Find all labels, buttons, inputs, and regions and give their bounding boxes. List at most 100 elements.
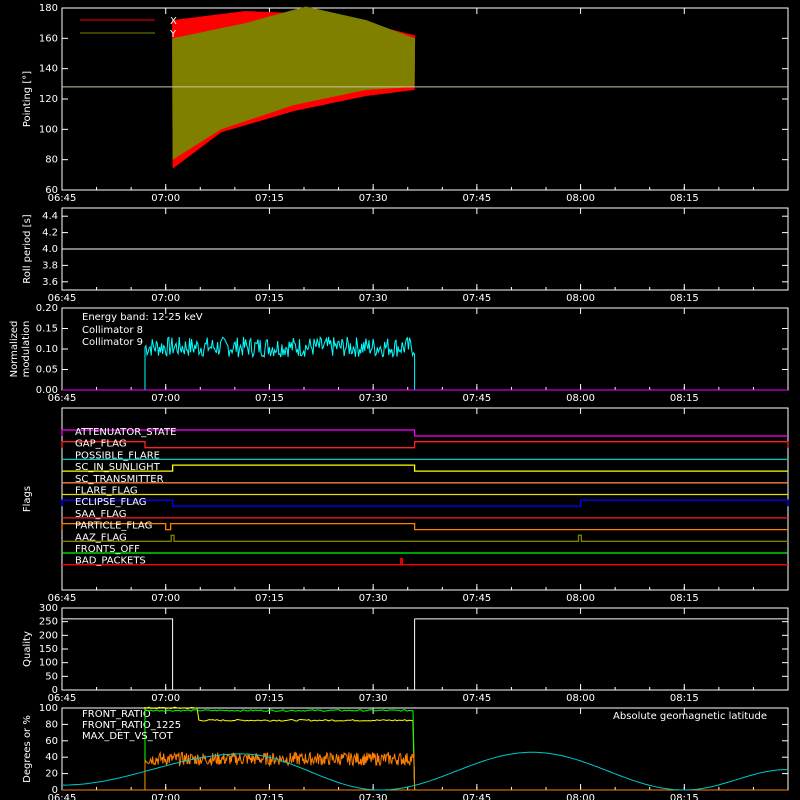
x-tick-label: 08:00 xyxy=(566,293,595,304)
x-tick-label: 07:00 xyxy=(151,693,180,704)
panel-modulation: 06:45 07:00 07:15 07:30 07:45 08:00 08:150.000… xyxy=(9,303,789,404)
chart-svg: 06:45 07:00 07:15 07:30 07:45 08:00 08:1560801… xyxy=(9,3,789,800)
y-tick-label: 3.8 xyxy=(42,260,58,271)
y-tick-label: 250 xyxy=(39,617,58,628)
y-tick-label: 40 xyxy=(45,752,58,763)
y-axis-label: Pointing [°] xyxy=(22,71,33,127)
y-tick-label: 4.0 xyxy=(42,244,58,255)
y-tick-label: 180 xyxy=(39,3,58,14)
y-tick-label: 100 xyxy=(39,703,58,714)
flag-line-bad-packets xyxy=(62,558,788,566)
legend-label-x: X xyxy=(170,16,177,27)
flag-label-possible-flare: POSSIBLE_FLARE xyxy=(75,450,160,461)
flag-label-saa-flag: SAA_FLAG xyxy=(75,509,126,520)
x-tick-label: 08:00 xyxy=(566,693,595,704)
x-tick-label: 07:45 xyxy=(462,393,491,404)
x-tick-label: 07:30 xyxy=(359,393,388,404)
y-tick-label: 0.10 xyxy=(36,344,58,355)
y-tick-label: 120 xyxy=(39,94,58,105)
panel-pointing: 06:45 07:00 07:15 07:30 07:45 08:00 08:1560801… xyxy=(22,3,789,204)
y-tick-label: 100 xyxy=(39,124,58,135)
panel-quality: 06:45 07:00 07:15 07:30 07:45 08:00 08:1505010… xyxy=(22,603,789,704)
y-tick-label: 0.20 xyxy=(36,303,58,314)
series-collimator-8 xyxy=(144,335,416,391)
x-tick-label: 08:15 xyxy=(670,193,699,204)
y-tick-label: 160 xyxy=(39,33,58,44)
panel-frame xyxy=(61,607,789,691)
flag-line-sc-in-sunlight xyxy=(62,464,788,472)
y-tick-label: 20 xyxy=(45,769,58,780)
legend-label-collimator-8: Collimator 8 xyxy=(82,325,143,336)
y-tick-label: 0 xyxy=(52,685,58,696)
y-axis-label: Quality xyxy=(22,631,33,667)
x-tick-label: 08:15 xyxy=(670,693,699,704)
flag-label-aaz-flag: AAZ_FLAG xyxy=(75,532,127,543)
series-front-ratio xyxy=(144,706,416,791)
y-tick-label: 4.4 xyxy=(42,211,58,222)
y-tick-label: 4.2 xyxy=(42,228,58,239)
y-tick-label: 0.05 xyxy=(36,365,58,376)
x-tick-label: 07:45 xyxy=(462,293,491,304)
flag-label-attenuator-state: ATTENUATOR_STATE xyxy=(75,427,176,438)
series-quality xyxy=(62,618,789,690)
y-axis-label: Degrees or % xyxy=(22,715,33,783)
x-tick-label: 07:15 xyxy=(255,793,284,800)
x-tick-label: 08:00 xyxy=(566,393,595,404)
x-tick-label: 08:15 xyxy=(670,793,699,800)
x-tick-label: 07:00 xyxy=(151,793,180,800)
y-tick-label: 80 xyxy=(45,155,58,166)
x-tick-label: 07:30 xyxy=(359,593,388,604)
flag-line-aaz-flag xyxy=(62,534,788,542)
panel-flags: 06:45 07:00 07:15 07:30 07:45 08:00 08:15Flags… xyxy=(22,407,789,604)
y-tick-label: 300 xyxy=(39,603,58,614)
x-tick-label: 08:15 xyxy=(670,293,699,304)
energy-band-label: Energy band: 12-25 keV xyxy=(82,312,203,323)
flag-line-gap-flag xyxy=(61,441,789,449)
legend-label-y: Y xyxy=(169,29,177,40)
legend-label-collimator-9: Collimator 9 xyxy=(82,337,143,348)
x-tick-label: 07:45 xyxy=(462,193,491,204)
x-tick-label: 07:45 xyxy=(462,793,491,800)
rhessi-quicklook-plot: 06:45 07:00 07:15 07:30 07:45 08:00 08:15 60 80 1… xyxy=(0,0,800,800)
legend-label-front-ratio: FRONT_RATIO xyxy=(82,709,151,720)
y-tick-label: 0 xyxy=(52,785,58,796)
y-tick-label: 0.15 xyxy=(36,324,58,335)
x-tick-label: 08:15 xyxy=(670,593,699,604)
flag-label-bad-packets: BAD_PACKETS xyxy=(75,556,146,567)
x-tick-label: 08:00 xyxy=(566,593,595,604)
flag-label-particle-flag: PARTICLE_FLAG xyxy=(75,521,152,532)
panel-roll: 06:45 07:00 07:15 07:30 07:45 08:00 08:153.63.… xyxy=(22,207,789,304)
flag-label-sc-in-sunlight: SC_IN_SUNLIGHT xyxy=(75,462,161,473)
flag-line-eclipse-flag xyxy=(61,499,789,507)
y-tick-label: 3.6 xyxy=(42,277,58,288)
x-tick-label: 07:30 xyxy=(359,793,388,800)
y-tick-label: 140 xyxy=(39,64,58,75)
flag-label-sc-transmitter: SC_TRANSMITTER xyxy=(75,474,164,485)
x-tick-label: 08:15 xyxy=(670,393,699,404)
x-tick-label: 07:45 xyxy=(462,693,491,704)
y-tick-label: 50 xyxy=(45,671,58,682)
flag-label-flare-flag: FLARE_FLAG xyxy=(75,486,138,497)
x-tick-label: 07:30 xyxy=(359,293,388,304)
geomagnetic-latitude-label: Absolute geomagnetic latitude xyxy=(613,711,767,722)
y-axis-label: Flags xyxy=(22,486,33,512)
series-front-ratio-1225 xyxy=(144,708,416,791)
x-tick-label: 07:45 xyxy=(462,593,491,604)
y-tick-label: 150 xyxy=(39,644,58,655)
y-tick-label: 200 xyxy=(39,630,58,641)
y-axis-label: Normalized xyxy=(9,321,20,378)
x-tick-label: 07:30 xyxy=(359,193,388,204)
panel-ratios: 06:45 07:00 07:15 07:30 07:45 08:00 08:1502040… xyxy=(22,703,789,800)
x-tick-label: 07:00 xyxy=(151,593,180,604)
x-tick-label: 07:15 xyxy=(255,293,284,304)
flag-label-fronts-off: FRONTS_OFF xyxy=(75,544,140,555)
x-tick-label: 08:00 xyxy=(566,193,595,204)
y-axis-label: Roll period [s] xyxy=(22,214,33,283)
flag-label-eclipse-flag: ECLIPSE_FLAG xyxy=(75,497,146,508)
x-tick-label: 07:15 xyxy=(255,693,284,704)
x-tick-label: 07:00 xyxy=(151,293,180,304)
series-geomagnetic-latitude xyxy=(62,751,789,791)
x-tick-label: 08:00 xyxy=(566,793,595,800)
flag-label-gap-flag: GAP_FLAG xyxy=(75,439,127,450)
y-tick-label: 60 xyxy=(45,185,58,196)
